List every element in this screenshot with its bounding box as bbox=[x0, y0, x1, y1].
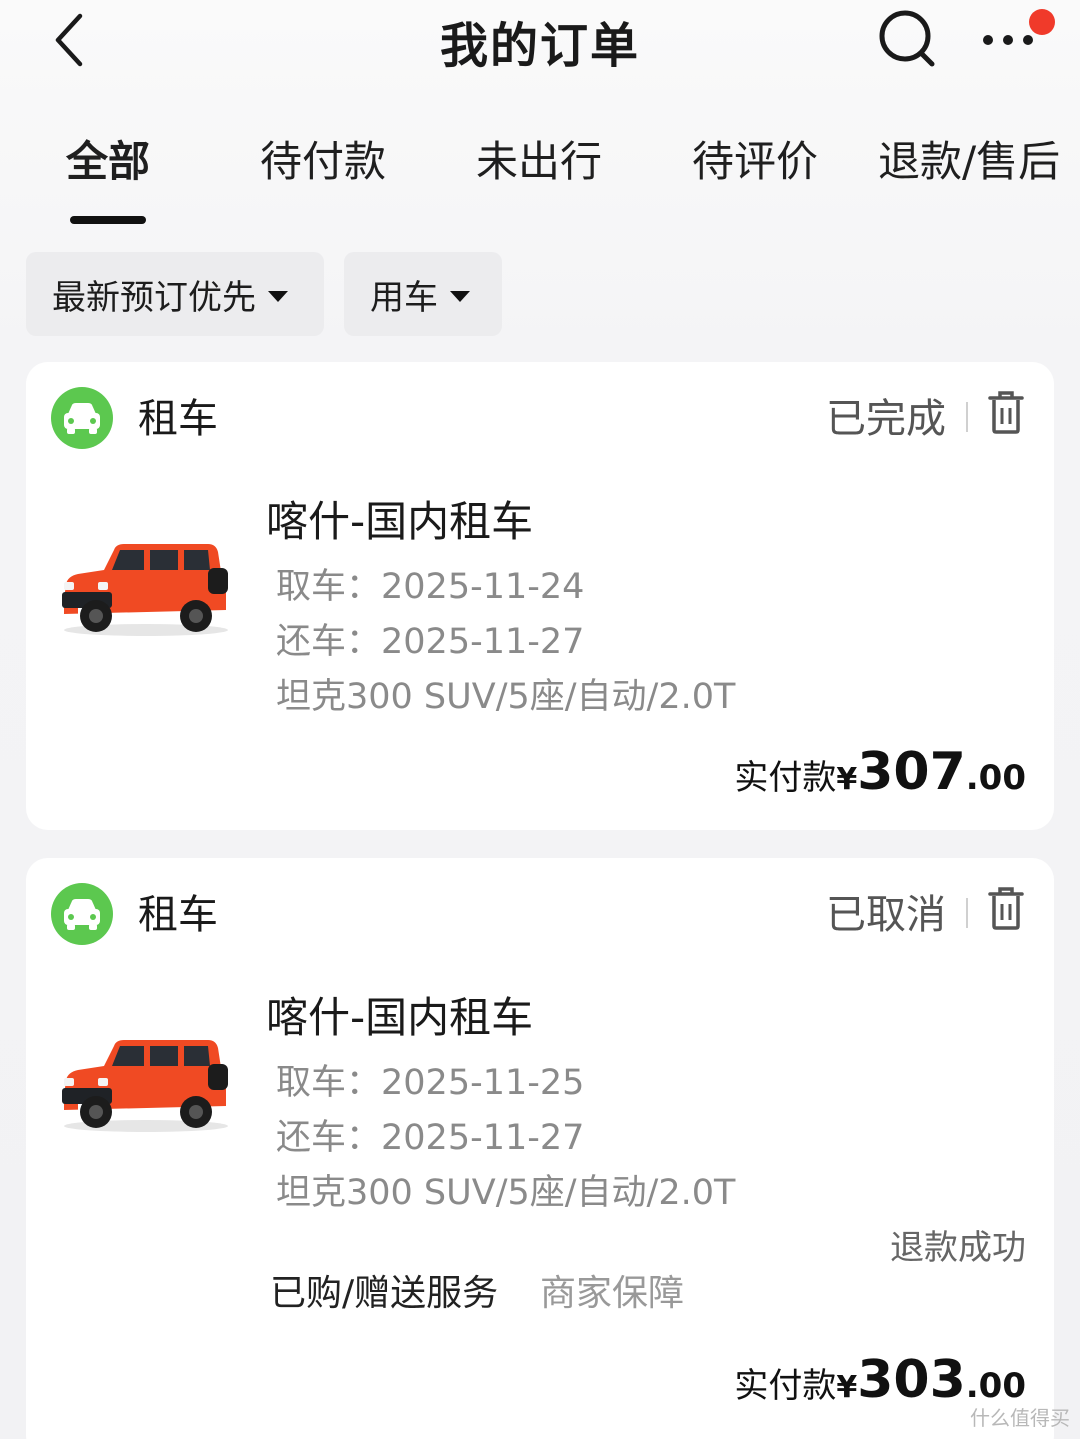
tab-pending-payment[interactable]: 待付款 bbox=[260, 128, 386, 189]
order-card[interactable]: 租车 已取消 喀什-国内租车 取车：2025-11-25 还车：2025-11-… bbox=[26, 858, 1054, 1439]
watermark: 什么值得买 bbox=[970, 1406, 1070, 1430]
order-category: 租车 bbox=[138, 396, 218, 442]
active-tab-indicator bbox=[70, 216, 146, 224]
car-spec: 坦克300 SUV/5座/自动/2.0T bbox=[276, 677, 736, 717]
status-divider bbox=[966, 402, 968, 432]
search-icon bbox=[879, 10, 935, 67]
pickup-date: 2025-11-25 bbox=[381, 1063, 585, 1103]
refund-status: 退款成功 bbox=[890, 1228, 1026, 1268]
pickup-label: 取车： bbox=[276, 1063, 382, 1103]
merchant-guarantee-tag: 商家保障 bbox=[540, 1273, 685, 1314]
price-decimal: .00 bbox=[965, 1366, 1026, 1406]
paid-amount: 实付款¥303.00 bbox=[734, 1350, 1026, 1410]
price-label: 实付款 bbox=[734, 1366, 837, 1406]
order-list-page: 我的订单 全部 待付款 未出行 待评价 退款/售后 最新预订优先 用车 租车 已… bbox=[0, 0, 1080, 1439]
order-category: 租车 bbox=[138, 892, 218, 938]
services-link[interactable]: 已购/赠送服务 bbox=[270, 1264, 498, 1316]
order-card[interactable]: 租车 已完成 喀什-国内租车 取车：2025-11-24 还车：2025-11-… bbox=[26, 362, 1054, 830]
price-integer: 307 bbox=[857, 742, 966, 802]
price-integer: 303 bbox=[857, 1350, 966, 1410]
price-decimal: .00 bbox=[965, 758, 1026, 798]
trash-icon bbox=[988, 887, 1024, 930]
product-title: 喀什-国内租车 bbox=[266, 993, 534, 1042]
sort-filter[interactable]: 最新预订优先 bbox=[26, 252, 324, 336]
order-status: 已完成 bbox=[826, 396, 946, 442]
status-divider bbox=[966, 898, 968, 928]
type-filter-label: 用车 bbox=[370, 277, 438, 318]
delete-order-button[interactable] bbox=[986, 388, 1026, 436]
car-image bbox=[62, 1040, 228, 1132]
type-filter[interactable]: 用车 bbox=[344, 252, 502, 336]
delete-order-button[interactable] bbox=[986, 884, 1026, 932]
pickup-line: 取车：2025-11-25 bbox=[276, 1054, 584, 1105]
pickup-line: 取车：2025-11-24 bbox=[276, 558, 584, 609]
nav-bar: 我的订单 bbox=[0, 0, 1080, 86]
tab-not-traveled[interactable]: 未出行 bbox=[476, 128, 602, 189]
notification-dot bbox=[1029, 9, 1055, 35]
car-category-icon bbox=[51, 883, 113, 945]
tab-refund-aftersale[interactable]: 退款/售后 bbox=[878, 128, 1060, 189]
return-date: 2025-11-27 bbox=[381, 622, 585, 662]
search-button[interactable] bbox=[872, 4, 942, 68]
return-line: 还车：2025-11-27 bbox=[276, 613, 584, 664]
sort-filter-label: 最新预订优先 bbox=[52, 277, 256, 318]
paid-amount: 实付款¥307.00 bbox=[734, 742, 1026, 802]
caret-down-icon bbox=[268, 290, 288, 302]
return-label: 还车： bbox=[276, 1118, 382, 1158]
tab-pending-review[interactable]: 待评价 bbox=[692, 128, 818, 189]
return-date: 2025-11-27 bbox=[381, 1118, 585, 1158]
pickup-label: 取车： bbox=[276, 567, 382, 607]
caret-down-icon bbox=[450, 290, 470, 302]
price-currency: ¥ bbox=[836, 1370, 858, 1405]
order-tabs: 全部 待付款 未出行 待评价 退款/售后 bbox=[0, 128, 1080, 228]
price-currency: ¥ bbox=[836, 762, 858, 797]
car-category-icon bbox=[51, 387, 113, 449]
tab-all[interactable]: 全部 bbox=[66, 128, 150, 189]
car-spec: 坦克300 SUV/5座/自动/2.0T bbox=[276, 1173, 736, 1213]
price-label: 实付款 bbox=[734, 758, 837, 798]
more-button[interactable] bbox=[978, 4, 1058, 64]
return-label: 还车： bbox=[276, 622, 382, 662]
more-dots-icon bbox=[983, 9, 1055, 45]
pickup-date: 2025-11-24 bbox=[381, 567, 585, 607]
product-title: 喀什-国内租车 bbox=[266, 497, 534, 546]
order-status: 已取消 bbox=[826, 892, 946, 938]
return-line: 还车：2025-11-27 bbox=[276, 1109, 584, 1160]
trash-icon bbox=[988, 391, 1024, 434]
car-image bbox=[62, 544, 228, 636]
